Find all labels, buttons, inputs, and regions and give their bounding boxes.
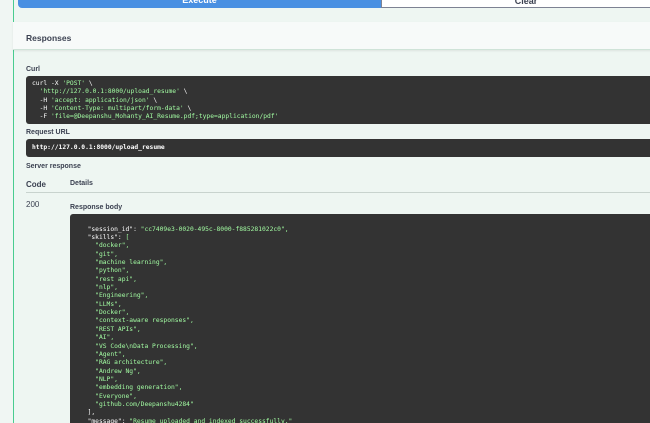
curl-line: -H 'accept: application/json' \ (32, 96, 158, 104)
response-body-label: Response body (70, 204, 123, 211)
execute-button[interactable]: Execute (18, 0, 381, 8)
response-body-line: "REST APIs", (80, 325, 141, 333)
curl-label: Curl (26, 66, 40, 73)
response-code: 200 (26, 200, 40, 209)
response-body-line: "VS Code\nData Processing", (80, 342, 198, 350)
response-body-line: "docker", (80, 242, 130, 250)
responses-header: Responses (13, 22, 650, 50)
response-body-line: "rest api", (80, 275, 137, 283)
clear-button[interactable]: Clear (381, 0, 650, 8)
response-body-line: "skills": [ (80, 234, 130, 242)
response-body-line: "embedding generation", (80, 384, 183, 392)
response-body-line: "git", (80, 250, 118, 258)
response-body-line: ], (80, 409, 96, 417)
response-body-line: "machine learning", (80, 259, 168, 267)
response-body-box[interactable]: "session_id": "cc7409e3-0020-495c-8000-f… (70, 214, 650, 423)
response-body-line: "Andrew Ng", (80, 367, 141, 375)
response-body-line: "context-aware responses", (80, 317, 194, 325)
response-body-line: "Engineering", (80, 292, 149, 300)
details-column-header: Details (70, 180, 93, 187)
request-url-label: Request URL (26, 129, 70, 136)
curl-line: -H 'Content-Type: multipart/form-data' \ (32, 104, 192, 112)
response-body-line: "Docker", (80, 309, 130, 317)
responses-title: Responses (26, 33, 72, 43)
response-body-line: "LLMs", (80, 300, 122, 308)
response-body-line: "session_id": "cc7409e3-0020-495c-8000-f… (80, 225, 289, 233)
response-body-line: "github.com/Deepanshu4284" (80, 400, 194, 408)
curl-line: -F 'file=@Deepanshu_Mohanty_AI_Resume.pd… (32, 113, 279, 121)
curl-line: 'http://127.0.0.1:8000/upload_resume' \ (39, 88, 188, 96)
request-url-box[interactable]: http://127.0.0.1:8000/upload_resume (26, 139, 650, 157)
response-body-line: "NLP", (80, 375, 118, 383)
code-column-header: Code (26, 180, 46, 189)
curl-command-box[interactable]: curl -X 'POST' \ 'http://127.0.0.1:8000/… (26, 76, 650, 124)
execute-actions: Execute Clear (18, 0, 650, 8)
response-body-line: "AI", (80, 334, 115, 342)
server-response-label: Server response (26, 163, 81, 170)
response-body-line: "python", (80, 267, 130, 275)
response-body-line: "nlp", (80, 284, 118, 292)
response-body-text: "session_id": "cc7409e3-0020-495c-8000-f… (80, 226, 650, 423)
table-divider (26, 192, 650, 193)
response-body-line: "Everyone", (80, 392, 137, 400)
response-body-line: "Agent", (80, 350, 126, 358)
response-body-line: "message": "Resume uploaded and indexed … (80, 417, 293, 423)
curl-line: curl -X 'POST' \ (32, 80, 93, 87)
response-body-line: "RAG architecture", (80, 359, 168, 367)
